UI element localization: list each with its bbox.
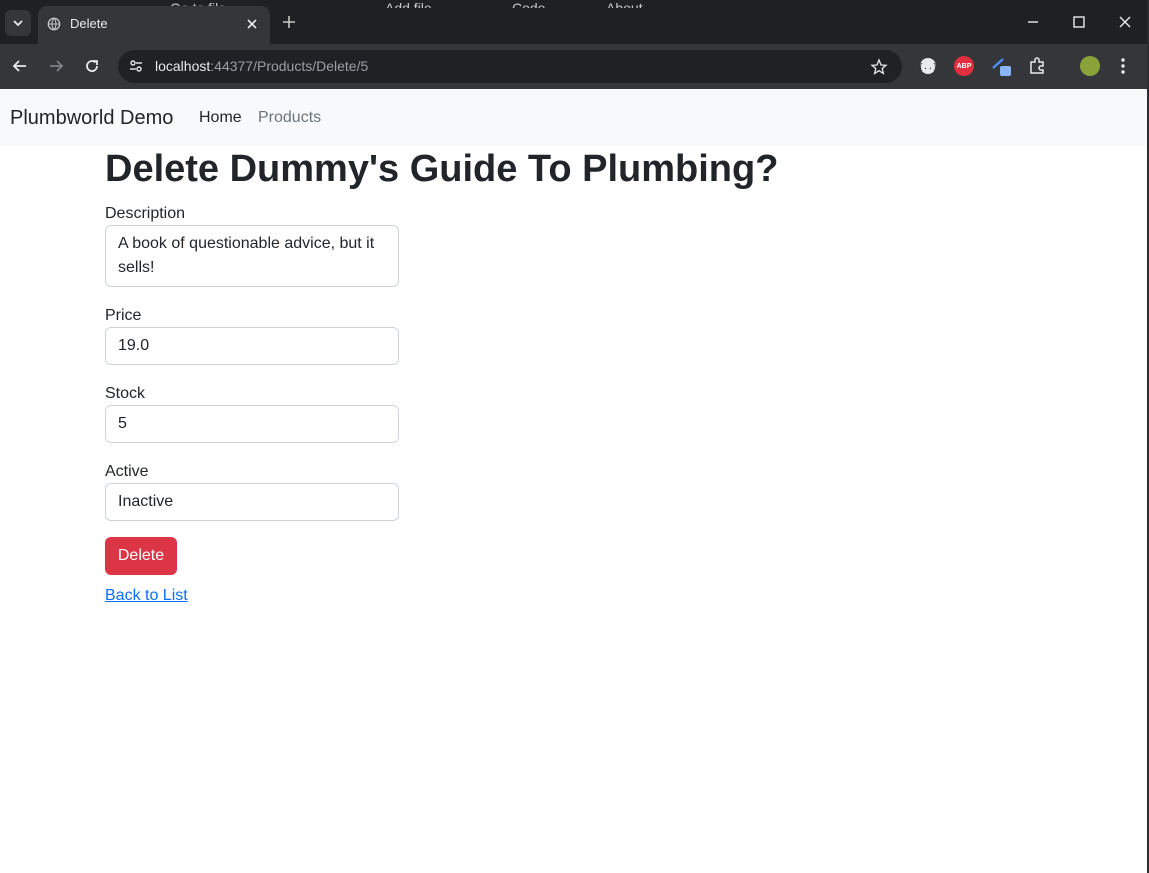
nav-link-products[interactable]: Products [258,109,321,127]
brand-link[interactable]: Plumbworld Demo [10,107,173,130]
browser-toolbar: localhost:44377/Products/Delete/5 {..} A… [0,44,1147,89]
nav-link-home[interactable]: Home [199,109,242,127]
url-text: localhost:44377/Products/Delete/5 [155,58,368,74]
profile-avatar[interactable] [1080,56,1100,76]
tab-strip: Go to file Add file Code About Delete [0,0,1147,44]
chevron-down-icon [13,20,23,27]
back-arrow-icon[interactable] [10,56,30,76]
page-title: Delete Dummy's Guide To Plumbing? [105,148,779,190]
close-icon[interactable] [244,16,260,32]
extension-devtools-icon[interactable]: {..} [918,56,938,76]
description-label: Description [105,205,186,222]
peek-text: Add file [385,0,432,8]
stock-label: Stock [105,385,146,402]
menu-dots-icon[interactable] [1113,56,1133,76]
description-field[interactable]: A book of questionable advice, but it se… [105,225,399,287]
price-value: 19.0 [118,337,150,354]
maximize-icon[interactable] [1071,14,1087,30]
forward-arrow-icon[interactable] [46,56,66,76]
tab-delete[interactable]: Delete [38,6,270,44]
puzzle-icon[interactable] [1027,56,1047,76]
peek-text: Code [512,0,546,8]
description-value: A book of questionable advice, but it se… [118,235,375,276]
url-path: :44377/Products/Delete/5 [210,58,369,74]
site-settings-icon[interactable] [128,58,144,74]
tab-title: Delete [70,16,108,31]
stock-field[interactable]: 5 [105,405,399,443]
adblock-plus-icon[interactable]: ABP [954,56,974,76]
tab-search-button[interactable] [5,10,31,36]
active-label: Active [105,463,149,480]
site-navbar: Plumbworld Demo Home Products [0,90,1147,145]
window-close-icon[interactable] [1117,14,1133,30]
globe-icon [47,17,61,31]
url-host: localhost [155,58,211,74]
price-field[interactable]: 19.0 [105,327,399,365]
active-field[interactable]: Inactive [105,483,399,521]
stock-value: 5 [118,415,127,432]
back-to-list-link[interactable]: Back to List [105,587,188,605]
address-bar[interactable]: localhost:44377/Products/Delete/5 [118,50,902,83]
minimize-icon[interactable] [1025,14,1041,30]
delete-button[interactable]: Delete [105,537,177,575]
active-value: Inactive [118,493,174,510]
svg-text:{..}: {..} [918,62,937,71]
peek-text: About [606,0,643,8]
reload-icon[interactable] [82,56,102,76]
price-label: Price [105,307,142,324]
bookmark-star-icon[interactable] [870,58,888,76]
extension-tool-icon[interactable] [991,56,1011,76]
abp-label: ABP [956,62,972,70]
new-tab-icon[interactable] [281,14,297,30]
browser-window: Go to file Add file Code About Delete lo… [0,0,1149,873]
